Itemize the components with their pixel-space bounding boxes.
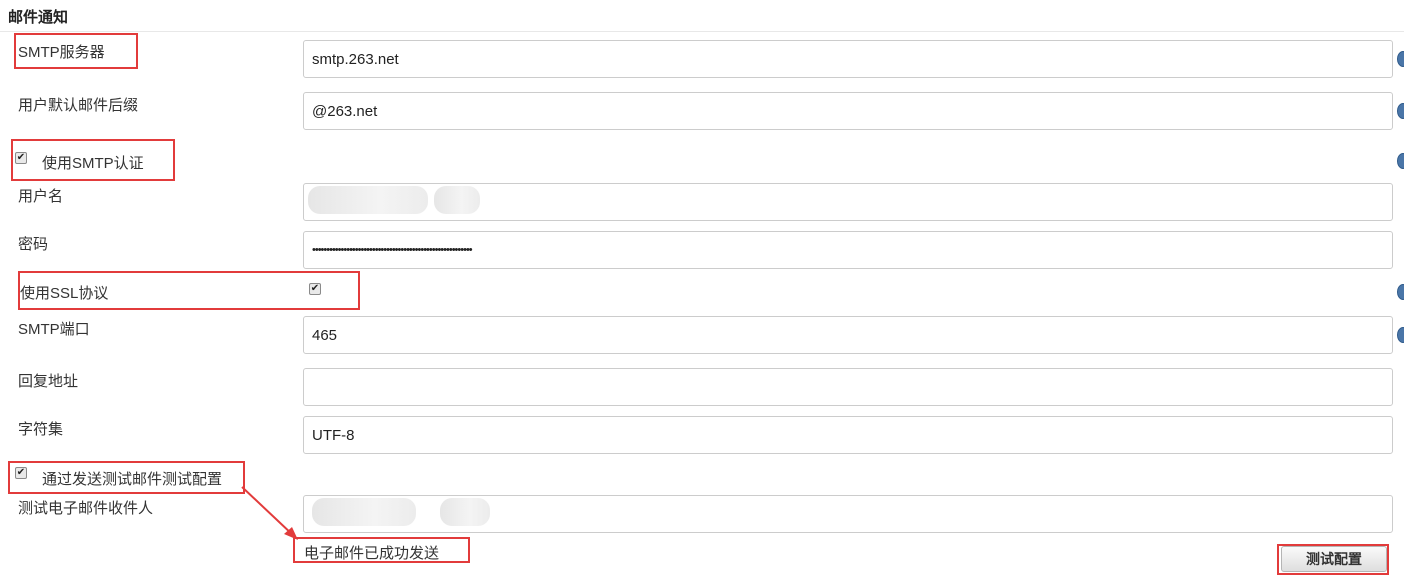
annotation-arrow [241,486,298,540]
